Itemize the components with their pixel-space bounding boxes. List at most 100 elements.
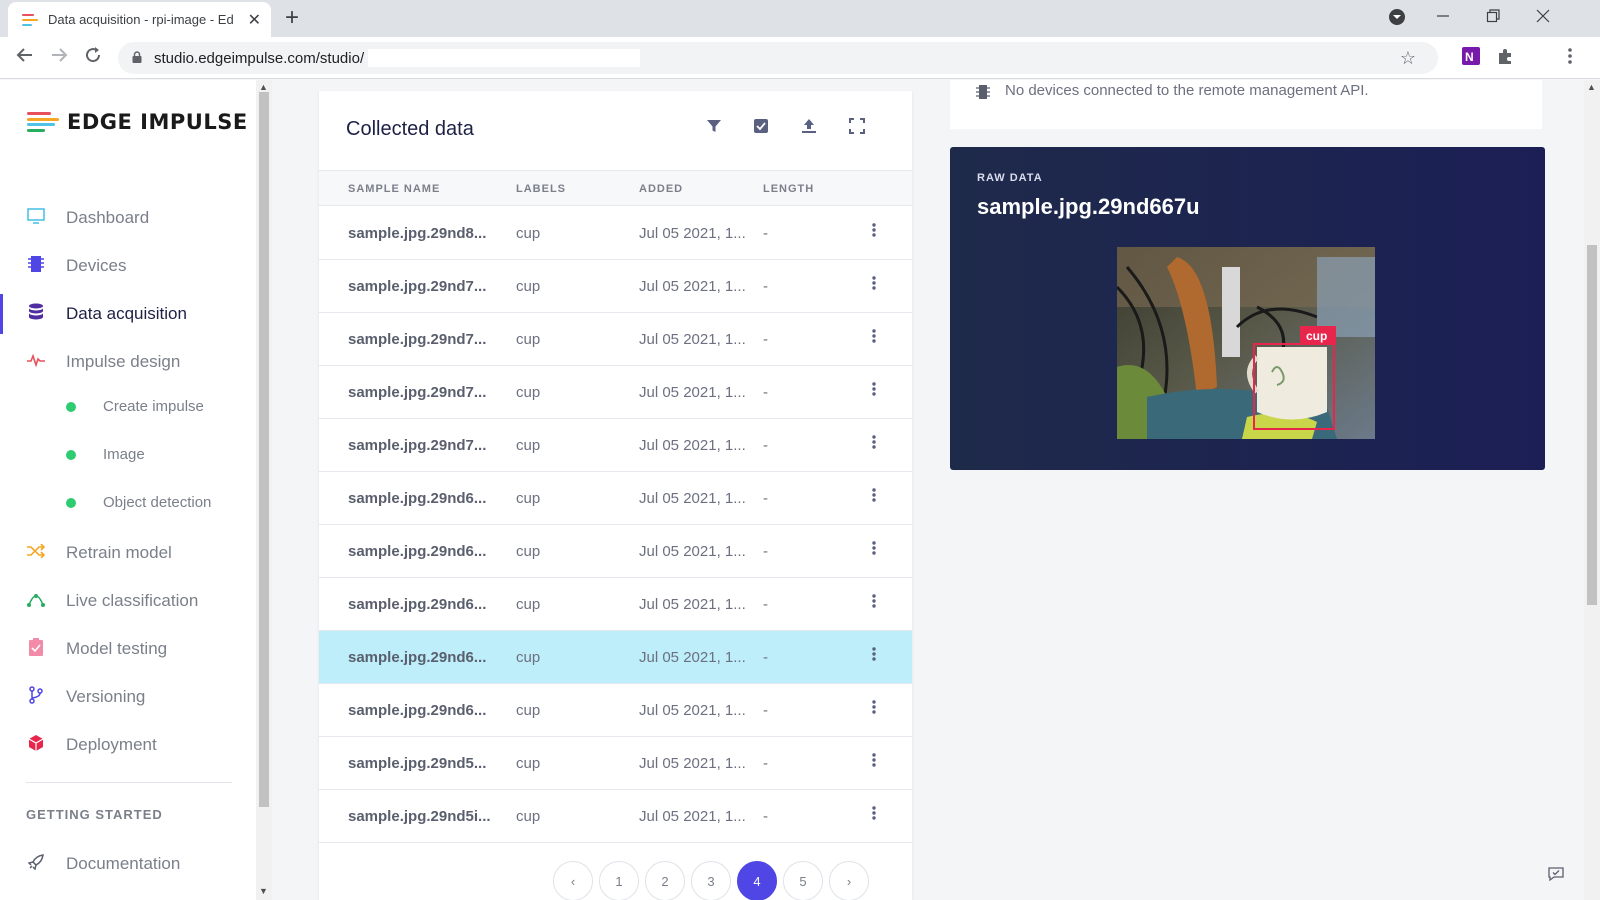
row-menu-icon[interactable]: [869, 646, 879, 667]
table-row[interactable]: sample.jpg.29nd5i... cup Jul 05 2021, 1...…: [319, 790, 912, 843]
monitor-icon: [26, 207, 46, 229]
sidebar-item-model-testing[interactable]: Model testing: [0, 629, 256, 669]
scroll-up-arrow-icon[interactable]: ▲: [259, 82, 268, 92]
label-cell: cup: [516, 808, 541, 825]
reload-icon[interactable]: [84, 46, 102, 69]
row-menu-icon[interactable]: [869, 805, 879, 826]
sidebar-item-versioning[interactable]: Versioning: [0, 677, 256, 717]
feedback-chat-icon[interactable]: [1548, 866, 1564, 885]
table-row[interactable]: sample.jpg.29nd7... cup Jul 05 2021, 1... -: [319, 366, 912, 419]
url-text: studio.edgeimpulse.com/studio/: [154, 49, 365, 67]
browser-tab[interactable]: Data acquisition - rpi-image - Ed ✕: [8, 2, 271, 37]
sample-name-cell: sample.jpg.29nd7...: [348, 384, 487, 401]
sidebar-item-documentation[interactable]: Documentation: [0, 844, 256, 884]
row-menu-icon[interactable]: [869, 699, 879, 720]
sidebar-subitem-image[interactable]: Image: [66, 446, 145, 463]
sidebar-item-impulse-design[interactable]: Impulse design: [0, 342, 256, 382]
length-cell: -: [763, 225, 768, 242]
row-menu-icon[interactable]: [869, 275, 879, 296]
added-cell: Jul 05 2021, 1...: [639, 437, 746, 454]
added-cell: Jul 05 2021, 1...: [639, 225, 746, 242]
sidebar-subitem-create-impulse[interactable]: Create impulse: [66, 398, 204, 415]
edge-impulse-logo[interactable]: EDGE IMPULSE: [27, 110, 248, 134]
pagination-page-button[interactable]: 5: [783, 861, 823, 900]
scroll-down-arrow-icon[interactable]: ▼: [259, 886, 268, 896]
pagination-page-button[interactable]: 1: [599, 861, 639, 900]
raw-data-title: sample.jpg.29nd667u: [977, 194, 1200, 219]
row-menu-icon[interactable]: [869, 593, 879, 614]
scrollbar-thumb[interactable]: [259, 92, 269, 807]
row-menu-icon[interactable]: [869, 328, 879, 349]
table-row[interactable]: sample.jpg.29nd7... cup Jul 05 2021, 1... -: [319, 260, 912, 313]
table-row[interactable]: sample.jpg.29nd6... cup Jul 05 2021, 1... -: [319, 631, 912, 684]
row-menu-icon[interactable]: [869, 752, 879, 773]
row-menu-icon[interactable]: [869, 381, 879, 402]
bookmark-star-icon[interactable]: ☆: [1400, 48, 1416, 69]
added-cell: Jul 05 2021, 1...: [639, 543, 746, 560]
table-row[interactable]: sample.jpg.29nd7... cup Jul 05 2021, 1... -: [319, 419, 912, 472]
url-omnibox[interactable]: studio.edgeimpulse.com/studio/ ☆: [118, 42, 1438, 74]
sidebar-item-dashboard[interactable]: Dashboard: [0, 198, 256, 238]
rocket-icon: [26, 853, 46, 875]
added-cell: Jul 05 2021, 1...: [639, 755, 746, 772]
table-row[interactable]: sample.jpg.29nd5... cup Jul 05 2021, 1... -: [319, 737, 912, 790]
minimize-window-icon[interactable]: [1436, 4, 1450, 33]
back-arrow-icon[interactable]: [16, 46, 34, 69]
sidebar-scrollbar[interactable]: ▲ ▼: [256, 80, 272, 900]
sidebar-item-devices[interactable]: Devices: [0, 246, 256, 286]
sidebar-item-retrain-model[interactable]: Retrain model: [0, 533, 256, 573]
fullscreen-icon[interactable]: [849, 118, 865, 139]
select-checkbox-icon[interactable]: [753, 118, 769, 139]
sidebar-item-label: Model testing: [66, 639, 168, 658]
length-cell: -: [763, 596, 768, 613]
svg-text:N: N: [1465, 50, 1474, 64]
row-menu-icon[interactable]: [869, 487, 879, 508]
pagination-prev-button[interactable]: ‹: [553, 861, 593, 900]
sidebar-item-data-acquisition[interactable]: Data acquisition: [0, 294, 256, 334]
added-cell: Jul 05 2021, 1...: [639, 278, 746, 295]
sidebar-item-deployment[interactable]: Deployment: [0, 725, 256, 765]
sample-name-cell: sample.jpg.29nd6...: [348, 490, 487, 507]
puzzle-extensions-icon[interactable]: [1496, 48, 1514, 71]
page-scrollbar[interactable]: ▲: [1584, 80, 1600, 900]
table-row[interactable]: sample.jpg.29nd6... cup Jul 05 2021, 1... -: [319, 578, 912, 631]
no-devices-message: No devices connected to the remote manag…: [1005, 82, 1369, 99]
row-menu-icon[interactable]: [869, 540, 879, 561]
row-menu-icon[interactable]: [869, 434, 879, 455]
table-row[interactable]: sample.jpg.29nd6... cup Jul 05 2021, 1... -: [319, 525, 912, 578]
pulse-icon: [26, 353, 46, 372]
column-header[interactable]: SAMPLE NAME: [348, 183, 440, 195]
column-header[interactable]: LABELS: [516, 183, 566, 195]
row-menu-icon[interactable]: [869, 222, 879, 243]
chip-icon: [26, 255, 46, 278]
close-tab-icon[interactable]: ✕: [248, 10, 261, 30]
table-row[interactable]: sample.jpg.29nd6... cup Jul 05 2021, 1... -: [319, 684, 912, 737]
pagination-page-button[interactable]: 3: [691, 861, 731, 900]
sidebar-item-live-classification[interactable]: Live classification: [0, 581, 256, 621]
browser-menu-icon[interactable]: [1568, 47, 1572, 70]
onenote-extension-icon[interactable]: N: [1462, 47, 1480, 70]
new-tab-button[interactable]: +: [285, 6, 299, 30]
pagination-page-button[interactable]: 2: [645, 861, 685, 900]
sidebar-item-label: Versioning: [66, 687, 146, 706]
label-cell: cup: [516, 649, 541, 666]
forward-arrow-icon[interactable]: [50, 46, 68, 69]
label-cell: cup: [516, 490, 541, 507]
table-row[interactable]: sample.jpg.29nd7... cup Jul 05 2021, 1... -: [319, 313, 912, 366]
profile-dropdown-icon[interactable]: [1388, 8, 1406, 31]
close-window-icon[interactable]: [1536, 4, 1550, 33]
scrollbar-thumb[interactable]: [1587, 245, 1597, 605]
filter-icon[interactable]: [706, 118, 722, 139]
column-header[interactable]: LENGTH: [763, 183, 814, 195]
pagination-next-button[interactable]: ›: [829, 861, 869, 900]
restore-window-icon[interactable]: [1486, 4, 1500, 33]
sample-name-cell: sample.jpg.29nd8...: [348, 225, 487, 242]
sidebar-subitem-object-detection[interactable]: Object detection: [66, 494, 211, 511]
pagination-page-button[interactable]: 4: [737, 861, 777, 900]
column-header[interactable]: ADDED: [639, 183, 683, 195]
table-row[interactable]: sample.jpg.29nd6... cup Jul 05 2021, 1... -: [319, 472, 912, 525]
upload-icon[interactable]: [801, 118, 817, 139]
scroll-up-arrow-icon[interactable]: ▲: [1587, 82, 1596, 92]
table-row[interactable]: sample.jpg.29nd8... cup Jul 05 2021, 1... -: [319, 207, 912, 260]
tab-title: Data acquisition - rpi-image - Ed: [48, 12, 234, 27]
